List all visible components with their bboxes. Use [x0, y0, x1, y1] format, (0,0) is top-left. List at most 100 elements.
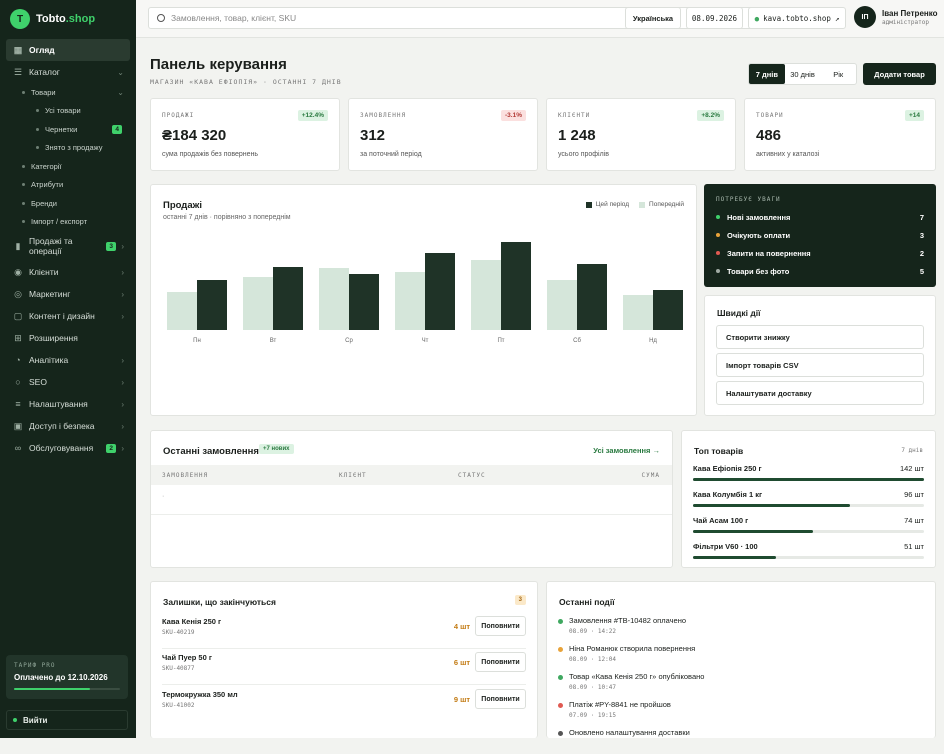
sidebar-item-attributes[interactable]: Атрибути: [6, 176, 130, 195]
brand-logo[interactable]: T Tobto.shop: [10, 9, 95, 29]
chevron-right-icon: ›: [121, 443, 124, 453]
sidebar-item-analytics[interactable]: ◔ Аналітика ›: [6, 349, 130, 371]
change-badge: +14: [904, 110, 924, 121]
bullet-icon: [22, 164, 25, 168]
chevron-right-icon: ›: [121, 311, 124, 321]
service-badge: 2: [106, 443, 116, 453]
language-select[interactable]: Українська: [625, 7, 681, 29]
sidebar-item-archived[interactable]: Знято з продажу: [6, 139, 130, 158]
plan-progress-fill: [14, 688, 91, 690]
store-link[interactable]: ● kava.tobto.shop ↗: [748, 7, 846, 29]
x-tick-label: Чт: [422, 338, 429, 344]
restock-button[interactable]: Поповнити: [475, 652, 526, 672]
kpi-card-products: ТОВАРИ +14 486 активних у каталозі: [744, 98, 936, 171]
infinity-icon: ∞: [14, 443, 22, 453]
sidebar-item-products[interactable]: Товари ⌄: [6, 83, 130, 102]
list-item: Кава Кенія 250 г SKU-40219 4 шт Поповнити: [162, 613, 526, 649]
bullet-icon: [22, 90, 25, 94]
status-dot-icon: [558, 647, 563, 652]
topbar: Замовлення, товар, клієнт, SKU Українськ…: [136, 0, 944, 38]
attention-panel: ПОТРЕБУЄ УВАГИ Нові замовлення 7 Очікують…: [704, 184, 936, 287]
orders-table-header: ЗАМОВЛЕННЯ КЛІЄНТ СТАТУС СУМА: [151, 465, 672, 485]
create-discount-button[interactable]: Створити знижку: [716, 325, 924, 349]
attention-item[interactable]: Нові замовлення 7: [716, 211, 924, 223]
share-bar: [693, 556, 777, 559]
list-item: Термокружка 350 мл SKU-41002 9 шт Поповнити: [162, 686, 526, 722]
date-button[interactable]: 08.09.2026: [686, 7, 743, 29]
kpi-value: 312: [360, 127, 386, 144]
low-stock-card: Залишки, що закінчуються 3 Кава Кенія 25…: [150, 581, 538, 738]
sidebar-item-all-products[interactable]: Усі товари: [6, 102, 130, 121]
orders-card: Останні замовлення +7 нових Усі замовлен…: [150, 430, 673, 568]
status-dot-icon: [716, 269, 720, 273]
puzzle-icon: ⊞: [14, 332, 22, 343]
chevron-right-icon: ›: [121, 377, 124, 387]
x-tick-label: Пн: [193, 338, 201, 344]
sidebar-item-import-export[interactable]: Імпорт / експорт: [6, 213, 130, 232]
chevron-right-icon: ›: [121, 355, 124, 365]
list-item: Замовлення #TB-10482 оплачено 08.09 · 14:…: [558, 616, 924, 642]
sidebar-item-clients[interactable]: ◉ Клієнти ›: [6, 261, 130, 283]
layout-icon: ▢: [13, 310, 23, 321]
period-year[interactable]: Рік: [820, 64, 856, 84]
list-item[interactable]: Кава Колумбія 1 кг 96 шт: [693, 490, 924, 512]
col-order: ЗАМОВЛЕННЯ: [162, 471, 209, 479]
period-7d[interactable]: 7 днів: [749, 64, 785, 84]
bar-previous-2: [319, 268, 349, 330]
status-dot-icon: [558, 619, 563, 624]
plan-value: Оплачено до 12.10.2026: [14, 673, 108, 682]
plan-progress: [14, 688, 120, 690]
sidebar-item-settings[interactable]: ≡ Налаштування ›: [6, 393, 130, 415]
search-icon: [157, 14, 165, 22]
sidebar-item-seo[interactable]: ○ SEO ›: [6, 371, 130, 393]
kpi-card-sales: ПРОДАЖІ +12.4% ₴184 320 сума продажів без …: [150, 98, 340, 171]
user-role: адміністратор: [882, 18, 929, 26]
bar-current-0: [197, 280, 227, 330]
status-dot-icon: [558, 703, 563, 708]
bar-current-4: [501, 242, 531, 330]
attention-item[interactable]: Запити на повернення 2: [716, 247, 924, 259]
bar-current-1: [273, 267, 303, 330]
sidebar-item-marketing[interactable]: ◎ Маркетинг ›: [6, 283, 130, 305]
restock-button[interactable]: Поповнити: [475, 689, 526, 709]
sidebar-item-overview[interactable]: ▦ Огляд: [6, 39, 130, 61]
setup-delivery-button[interactable]: Налаштувати доставку: [716, 381, 924, 405]
sidebar-item-catalog[interactable]: ☰ Каталог ⌄: [6, 61, 130, 83]
status-dot-icon: [558, 675, 563, 680]
add-product-button[interactable]: Додати товар: [863, 63, 936, 85]
brand-name: Tobto: [36, 13, 66, 25]
sidebar-item-brands[interactable]: Бренди: [6, 194, 130, 213]
import-csv-button[interactable]: Імпорт товарів CSV: [716, 353, 924, 377]
events-card: Останні події Замовлення #TB-10482 оплач…: [546, 581, 936, 738]
sales-chart-card: Продажі останні 7 днів · порівняно з поп…: [150, 184, 697, 416]
list-item[interactable]: Фільтри V60 · 100 51 шт: [693, 542, 924, 564]
sidebar-item-drafts[interactable]: Чернетки 4: [6, 120, 130, 139]
list-item[interactable]: Чай Асам 100 г 74 шт: [693, 516, 924, 538]
list-item: Товар «Кава Кенія 250 г» опубліковано 08.…: [558, 672, 924, 698]
top-products-period: 7 днів: [901, 447, 923, 454]
sidebar-nav: ▦ Огляд ☰ Каталог ⌄ Товари ⌄ Усі товари Черн…: [6, 39, 130, 459]
list-item[interactable]: Кава Ефіопія 250 г 142 шт: [693, 464, 924, 486]
sidebar-item-content[interactable]: ▢ Контент і дизайн ›: [6, 305, 130, 327]
sidebar-item-access[interactable]: ▣ Доступ і безпека ›: [6, 415, 130, 437]
period-30d[interactable]: 30 днів: [785, 64, 821, 84]
user-menu[interactable]: ІП Іван Петренко адміністратор: [854, 6, 938, 28]
sidebar-item-service[interactable]: ∞ Обслуговування 2 ›: [6, 437, 130, 459]
bullet-icon: [22, 201, 25, 205]
target-icon: ◎: [14, 288, 22, 299]
all-orders-link[interactable]: Усі замовлення →: [593, 446, 660, 455]
events-title: Останні події: [559, 597, 615, 607]
sidebar-item-extensions[interactable]: ⊞ Розширення: [6, 327, 130, 349]
attention-item[interactable]: Очікують оплати 3: [716, 229, 924, 241]
attention-item[interactable]: Товари без фото 5: [716, 265, 924, 277]
logout-button[interactable]: Вийти: [6, 710, 128, 730]
restock-button[interactable]: Поповнити: [475, 616, 526, 636]
plan-label: ТАРИФ PRO: [14, 662, 56, 669]
sales-bar-chart: Пн Вт Ср Чт Пт Сб Нд: [167, 242, 683, 344]
sidebar-item-categories[interactable]: Категорії: [6, 157, 130, 176]
x-tick-label: Ср: [345, 338, 353, 344]
bar-previous-1: [243, 277, 273, 330]
bullet-icon: [22, 183, 25, 187]
top-products-card: Топ товарів 7 днів Кава Ефіопія 250 г 142…: [681, 430, 936, 568]
sidebar-item-sales[interactable]: ▮ Продажі та операції 3 ›: [6, 231, 130, 261]
